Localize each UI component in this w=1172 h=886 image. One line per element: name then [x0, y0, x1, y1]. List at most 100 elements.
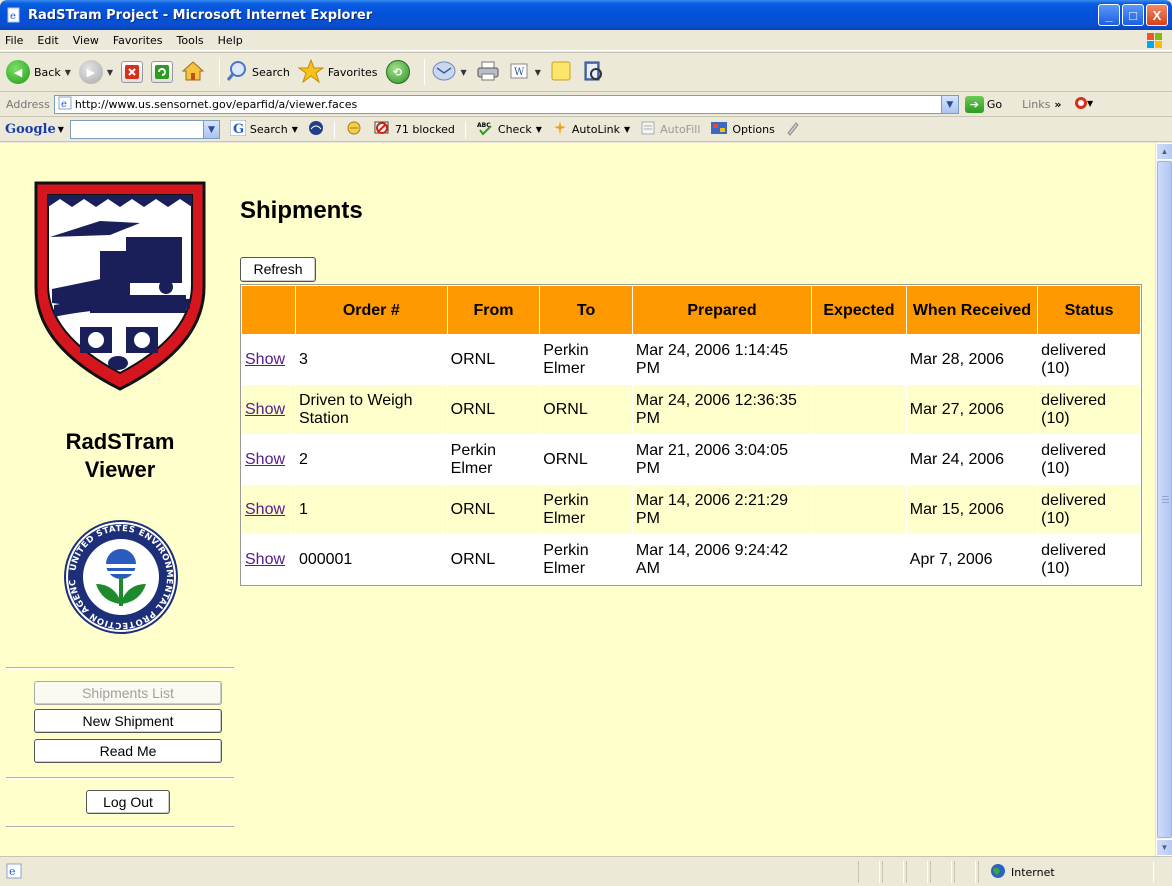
google-search-input[interactable]: ▼	[69, 120, 220, 139]
read-me-button[interactable]: Read Me	[34, 739, 222, 763]
column-header-action	[242, 286, 295, 334]
address-bar: Address e http://www.us.sensornet.gov/ep…	[0, 93, 1172, 117]
maximize-button[interactable]: □	[1122, 4, 1144, 26]
google-news-button[interactable]	[308, 120, 324, 139]
log-out-button[interactable]: Log Out	[86, 790, 170, 814]
mail-button[interactable]: ▼	[431, 60, 467, 85]
notes-button[interactable]	[549, 60, 573, 85]
history-button[interactable]: ⟲	[385, 60, 410, 84]
refresh-icon	[151, 61, 174, 83]
scroll-grip	[1162, 496, 1169, 497]
vertical-scrollbar[interactable]: ▲ ▼	[1155, 143, 1172, 856]
table-row: Show 2 Perkin Elmer ORNL Mar 21, 2006 3:…	[242, 435, 1140, 484]
status-cell: delivered (10)	[1038, 485, 1140, 534]
mail-icon	[431, 60, 457, 85]
toolbar-extension-icon[interactable]: ▼	[1073, 94, 1094, 115]
column-header-to: To	[540, 286, 632, 334]
column-header-from: From	[447, 286, 540, 334]
menu-file[interactable]: File	[0, 34, 30, 47]
chevron-down-icon[interactable]: ▼	[58, 125, 64, 134]
print-button[interactable]	[475, 60, 501, 85]
new-shipment-button[interactable]: New Shipment	[34, 709, 222, 733]
chevron-down-icon[interactable]: ▼	[202, 121, 219, 138]
autolink-label: AutoLink	[571, 123, 620, 136]
order-cell: 3	[295, 335, 447, 384]
refresh-page-button[interactable]	[151, 61, 174, 83]
highlight-button[interactable]	[785, 120, 801, 139]
standard-toolbar: ◀ Back ▼ ▶ ▼ Search Favorites ⟲ ▼ W ▼	[0, 52, 1172, 92]
status-bar: e Internet	[0, 856, 1172, 886]
table-header-row: Order # From To Prepared Expected When R…	[242, 286, 1140, 334]
spell-check-button[interactable]: ABC Check ▼	[476, 120, 542, 139]
google-toolbar: Google ▼ ▼ G Search ▼ 71 blocked ABC Che…	[0, 118, 1172, 142]
shipments-list-button[interactable]: Shipments List	[34, 681, 222, 705]
window-title-bar[interactable]: e RadSTram Project - Microsoft Internet …	[0, 0, 1172, 30]
research-button[interactable]	[581, 59, 605, 86]
menu-help[interactable]: Help	[211, 34, 250, 47]
from-cell: ORNL	[447, 335, 540, 384]
chevron-down-icon[interactable]: ▼	[624, 125, 630, 134]
autolink-button[interactable]: AutoLink ▼	[552, 120, 630, 139]
options-label: Options	[732, 123, 775, 136]
go-button[interactable]: ➔ Go	[964, 96, 1002, 113]
scroll-thumb[interactable]	[1157, 161, 1172, 838]
show-link[interactable]: Show	[245, 401, 285, 418]
sidebar: RadSTram Viewer UNITED STATES ENVIRONMEN…	[0, 143, 240, 856]
links-label[interactable]: Links	[1022, 98, 1050, 111]
scroll-down-button[interactable]: ▼	[1156, 839, 1172, 856]
chevron-down-icon[interactable]: ▼	[536, 125, 542, 134]
menu-edit[interactable]: Edit	[30, 34, 65, 47]
status-pane	[930, 861, 952, 883]
chevron-down-icon[interactable]: ▼	[535, 68, 541, 77]
address-input[interactable]: e http://www.us.sensornet.gov/eparfid/a/…	[53, 95, 959, 114]
minimize-button[interactable]: _	[1098, 4, 1120, 26]
status-pane	[954, 861, 976, 883]
menu-tools[interactable]: Tools	[170, 34, 211, 47]
order-cell: Driven to Weigh Station	[295, 385, 447, 434]
close-button[interactable]: X	[1146, 4, 1168, 26]
scroll-up-button[interactable]: ▲	[1156, 143, 1172, 160]
to-cell: ORNL	[540, 385, 632, 434]
chevron-down-icon[interactable]: ▼	[107, 68, 113, 77]
column-header-expected: Expected	[812, 286, 906, 334]
expected-cell	[812, 385, 906, 434]
page-content: RadSTram Viewer UNITED STATES ENVIRONMEN…	[0, 143, 1155, 856]
show-link[interactable]: Show	[245, 501, 285, 518]
show-link[interactable]: Show	[245, 451, 285, 468]
expected-cell	[812, 335, 906, 384]
spell-check-label: Check	[497, 123, 532, 136]
edit-button[interactable]: W ▼	[509, 61, 541, 84]
refresh-button[interactable]: Refresh	[240, 257, 316, 282]
menu-view[interactable]: View	[66, 34, 106, 47]
received-cell: Mar 27, 2006	[906, 385, 1038, 434]
received-cell: Mar 24, 2006	[906, 435, 1038, 484]
column-header-when-received: When Received	[906, 286, 1038, 334]
scroll-grip	[1162, 499, 1169, 500]
pagerank-button[interactable]	[345, 120, 363, 139]
double-chevron-right-icon[interactable]: »	[1054, 98, 1061, 111]
show-link[interactable]: Show	[245, 351, 285, 368]
to-cell: Perkin Elmer	[540, 535, 632, 584]
popup-blocker-button[interactable]: 71 blocked	[373, 120, 455, 139]
forward-button[interactable]: ▶ ▼	[78, 60, 113, 84]
back-button[interactable]: ◀ Back ▼	[6, 60, 71, 84]
table-row: Show 1 ORNL Perkin Elmer Mar 14, 2006 2:…	[242, 485, 1140, 534]
options-button[interactable]: Options	[710, 120, 775, 139]
forward-arrow-icon: ▶	[78, 60, 103, 84]
chevron-down-icon[interactable]: ▼	[292, 125, 298, 134]
svg-text:e: e	[61, 99, 67, 110]
google-logo[interactable]: Google	[5, 122, 56, 137]
home-button[interactable]	[181, 60, 205, 85]
chevron-down-icon[interactable]: ▼	[940, 96, 958, 113]
show-link[interactable]: Show	[245, 551, 285, 568]
shipments-table: Order # From To Prepared Expected When R…	[240, 284, 1142, 586]
received-cell: Mar 15, 2006	[906, 485, 1038, 534]
chevron-down-icon[interactable]: ▼	[65, 68, 71, 77]
menu-favorites[interactable]: Favorites	[106, 34, 170, 47]
search-button[interactable]: Search	[226, 60, 290, 85]
stop-button[interactable]	[121, 61, 144, 83]
google-search-button[interactable]: G Search ▼	[229, 119, 298, 139]
chevron-down-icon[interactable]: ▼	[461, 68, 467, 77]
favorites-button[interactable]: Favorites	[297, 58, 378, 86]
autofill-button[interactable]: AutoFill	[640, 120, 700, 139]
